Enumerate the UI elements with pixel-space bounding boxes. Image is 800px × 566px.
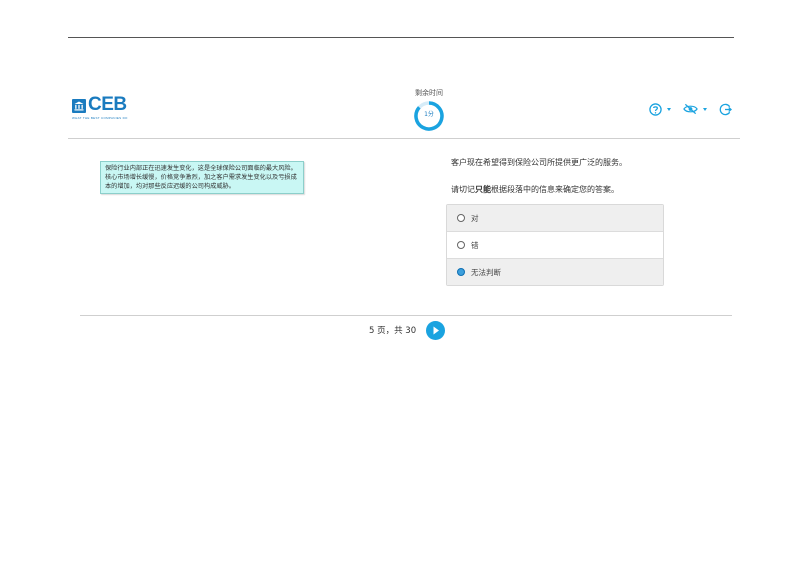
instruction-prefix: 请切记 xyxy=(451,185,475,194)
logout-icon xyxy=(719,103,732,115)
building-icon xyxy=(72,99,86,113)
logo-text: CEB xyxy=(88,94,127,115)
timer-ring: 1分 xyxy=(413,100,445,132)
visibility-menu[interactable] xyxy=(683,103,707,115)
option-label: 对 xyxy=(471,213,479,223)
question-statement: 客户现在希望得到保险公司所提供更广泛的服务。 xyxy=(451,158,627,167)
time-remaining: 剩余时间 1分 xyxy=(398,89,460,132)
option-false[interactable]: 错 xyxy=(447,232,663,259)
instruction-suffix: 根据段落中的信息来确定您的答案。 xyxy=(491,185,619,194)
page-indicator: 5 页，共 30 xyxy=(369,326,417,336)
help-icon xyxy=(649,102,662,116)
header: CEB WHAT THE BEST COMPANIES DO 剩余时间 1分 xyxy=(68,84,740,139)
reading-passage: 保险行业内部正在迅速发生变化，这是全球保险公司面临的最大风险。核心市场增长缓慢，… xyxy=(100,161,304,194)
timer-label: 剩余时间 xyxy=(415,89,443,97)
option-true[interactable]: 对 xyxy=(447,205,663,232)
chevron-down-icon xyxy=(703,107,707,111)
radio-button[interactable] xyxy=(457,214,465,222)
option-label: 无法判断 xyxy=(471,267,501,277)
help-menu[interactable] xyxy=(649,102,671,116)
play-icon xyxy=(433,326,439,335)
instruction-emphasis: 只能 xyxy=(475,185,491,194)
timer-value: 1分 xyxy=(424,111,434,118)
option-label: 错 xyxy=(471,240,479,250)
radio-button[interactable] xyxy=(457,241,465,249)
test-page: CEB WHAT THE BEST COMPANIES DO 剩余时间 1分 保… xyxy=(0,0,800,566)
logo-tagline: WHAT THE BEST COMPANIES DO xyxy=(72,116,128,120)
question-instruction: 请切记只能根据段落中的信息来确定您的答案。 xyxy=(451,185,619,195)
answer-options: 对 错 无法判断 xyxy=(446,204,664,286)
visibility-off-icon xyxy=(683,103,698,115)
ceb-logo: CEB WHAT THE BEST COMPANIES DO xyxy=(72,94,142,122)
header-toolbar xyxy=(637,100,732,118)
exit-button[interactable] xyxy=(719,103,732,116)
top-divider xyxy=(68,37,734,38)
option-cannot-say[interactable]: 无法判断 xyxy=(447,259,663,285)
chevron-down-icon xyxy=(667,107,671,111)
footer-divider xyxy=(80,315,732,316)
next-button[interactable] xyxy=(426,321,445,340)
radio-button-selected[interactable] xyxy=(457,268,465,276)
